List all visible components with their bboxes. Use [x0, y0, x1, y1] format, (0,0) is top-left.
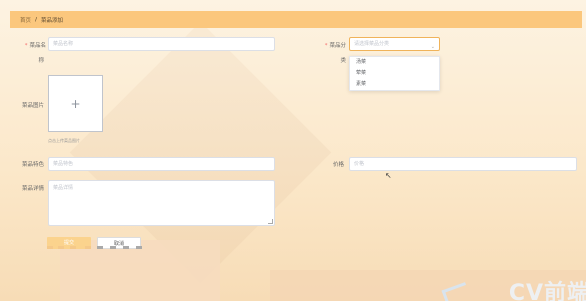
image-uploader[interactable]: + [48, 75, 103, 132]
button-shadow [70, 246, 76, 249]
mouse-cursor: ↖ [385, 171, 392, 180]
detail-placeholder: 菜品详情 [53, 185, 74, 191]
background-decoration [60, 240, 220, 301]
button-shadow [97, 246, 103, 249]
chevron-down-icon: ⌄ [430, 44, 435, 50]
required-mark: * [324, 43, 328, 49]
name-input[interactable]: 菜品名称 [48, 37, 275, 51]
category-label: * 菜品分 [324, 43, 346, 49]
feature-label: 菜品特色 [21, 162, 44, 168]
name-label-wrap: 称 [38, 58, 44, 64]
category-label-wrap: 类 [340, 58, 346, 64]
button-shadow [58, 246, 64, 249]
upload-tip: 点击上传菜品图片 [48, 138, 80, 143]
category-select[interactable]: 请选择菜品分类 ⌄ [349, 37, 440, 51]
detail-textarea[interactable]: 菜品详情 [48, 180, 275, 226]
plus-icon: + [70, 96, 81, 111]
button-shadow [47, 246, 53, 249]
price-label: 价格 [332, 162, 344, 168]
breadcrumb: 首页 / 菜品添加 [10, 11, 582, 28]
required-mark: * [24, 43, 28, 49]
watermark: CV前端 [508, 281, 586, 301]
detail-label: 菜品详情 [21, 186, 44, 192]
resize-handle[interactable] [268, 219, 273, 224]
dropdown-option[interactable]: 汤菜 [350, 57, 439, 68]
breadcrumb-current: 菜品添加 [41, 17, 64, 24]
button-shadow [123, 246, 129, 249]
price-input[interactable]: 价格 [349, 157, 577, 171]
breadcrumb-home[interactable]: 首页 [20, 16, 31, 24]
button-shadow [136, 246, 142, 249]
dropdown-option[interactable]: 荤菜 [350, 68, 439, 79]
dropdown-option[interactable]: 素菜 [350, 79, 439, 90]
category-dropdown: 汤菜 荤菜 素菜 [349, 56, 440, 91]
breadcrumb-separator: / [35, 16, 38, 23]
button-shadow [110, 246, 116, 249]
feature-input[interactable]: 菜品特色 [48, 157, 275, 171]
image-label: 菜品图片 [21, 103, 44, 109]
cancel-button[interactable]: 取消 [97, 237, 141, 249]
category-select-placeholder: 请选择菜品分类 [354, 41, 390, 47]
button-shadow [85, 246, 91, 249]
name-label: * 菜品名 [24, 43, 46, 49]
